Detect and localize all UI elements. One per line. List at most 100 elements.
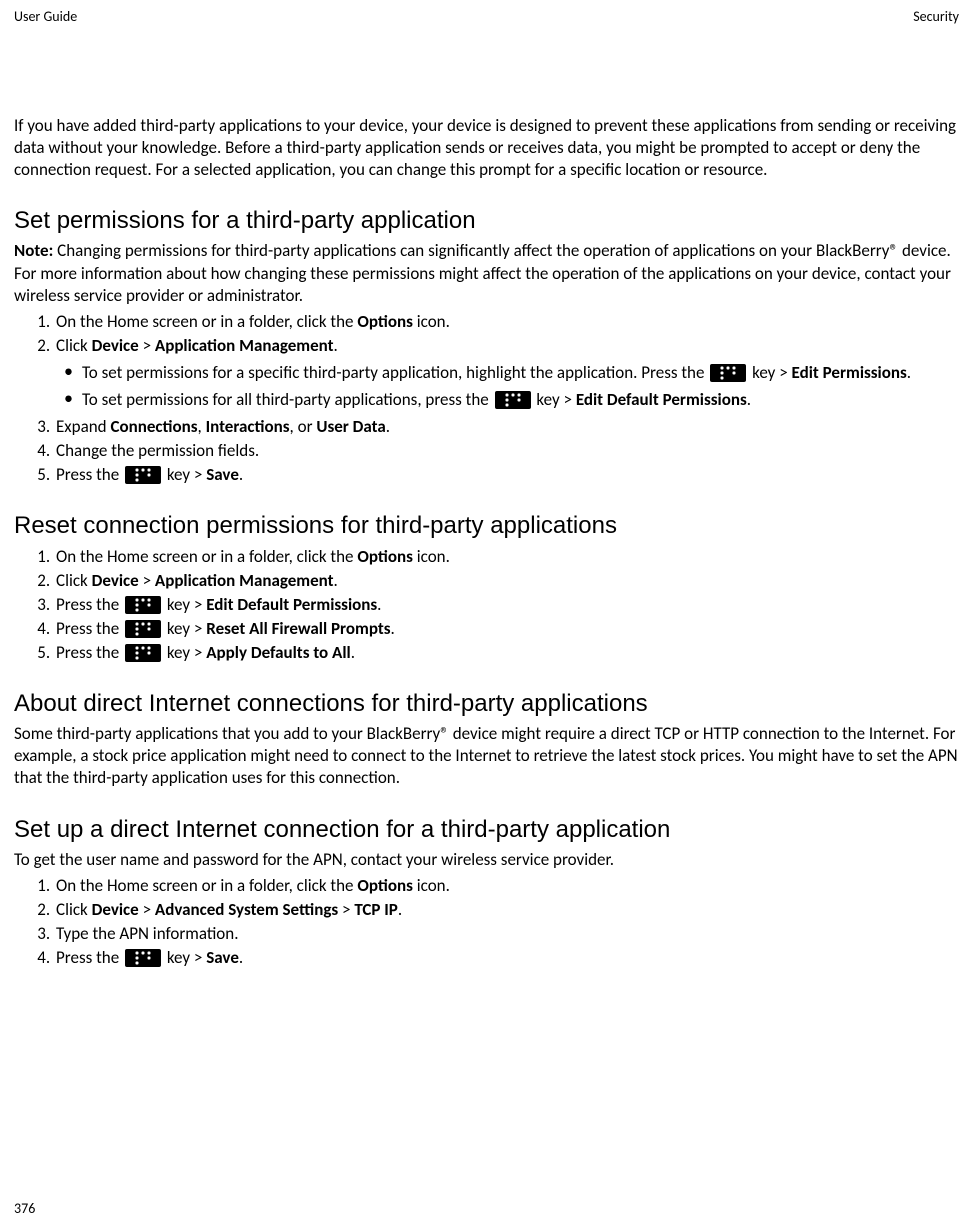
bold-text: Save — [206, 464, 239, 485]
list-item: On the Home screen or in a folder, click… — [54, 875, 959, 897]
header-left: User Guide — [14, 8, 77, 25]
sub-bullets: To set permissions for a specific third-… — [56, 362, 959, 411]
list-item: Press the key > Apply Defaults to All. — [54, 642, 959, 664]
step-text: key > — [163, 594, 206, 615]
list-item: Expand Connections, Interactions, or Use… — [54, 416, 959, 438]
note-paragraph: Note: Changing permissions for third-par… — [14, 240, 959, 306]
bold-text: Device — [92, 570, 139, 591]
blackberry-menu-key-icon — [125, 466, 161, 484]
steps-list-4: On the Home screen or in a folder, click… — [14, 875, 959, 969]
bold-text: Options — [357, 311, 413, 332]
blackberry-menu-key-icon — [495, 391, 531, 409]
step-text: key > — [163, 464, 206, 485]
bold-text: Advanced System Settings — [155, 899, 338, 920]
step-text: , — [198, 416, 206, 437]
step-text: . — [334, 570, 338, 591]
list-item: Press the key > Save. — [54, 947, 959, 969]
step-text: On the Home screen or in a folder, click… — [56, 311, 357, 332]
blackberry-menu-key-icon — [710, 364, 746, 382]
bold-text: Interactions — [206, 416, 290, 437]
step-text: . — [391, 618, 395, 639]
step-text: . — [907, 362, 911, 383]
step-text: key > — [163, 642, 206, 663]
bold-text: Edit Permissions — [792, 362, 907, 383]
blackberry-menu-key-icon — [125, 596, 161, 614]
section-title-about-direct: About direct Internet connections for th… — [14, 688, 959, 719]
list-item: Press the key > Save. — [54, 464, 959, 486]
blackberry-menu-key-icon — [125, 620, 161, 638]
step-text: On the Home screen or in a folder, click… — [56, 875, 357, 896]
step-text: . — [334, 335, 338, 356]
step-text: Click — [56, 335, 92, 356]
list-item: To set permissions for all third-party a… — [82, 389, 959, 411]
bold-text: Reset All Firewall Prompts — [206, 618, 390, 639]
note-text: Changing permissions for third-party app… — [14, 240, 951, 305]
list-item: Press the key > Edit Default Permissions… — [54, 594, 959, 616]
step-text: Press the — [56, 464, 123, 485]
step-text: . — [398, 899, 402, 920]
step-text: , or — [290, 416, 317, 437]
step-text: Press the — [56, 642, 123, 663]
bold-text: Device — [92, 899, 139, 920]
blackberry-menu-key-icon — [125, 644, 161, 662]
document-body: If you have added third-party applicatio… — [14, 115, 959, 969]
page-number: 376 — [14, 1200, 35, 1217]
step-text: . — [351, 642, 355, 663]
bold-text: Application Management — [155, 335, 334, 356]
bold-text: User Data — [316, 416, 385, 437]
section3-text: Some third-party applications that you a… — [14, 723, 959, 789]
step-text: key > — [748, 362, 791, 383]
step-text: icon. — [413, 311, 450, 332]
step-text: Click — [56, 899, 92, 920]
step-text: > — [139, 899, 155, 920]
section-title-set-permissions: Set permissions for a third-party applic… — [14, 205, 959, 236]
header-right: Security — [913, 8, 959, 25]
bold-text: Device — [92, 335, 139, 356]
step-text: key > — [163, 947, 206, 968]
section-title-reset-permissions: Reset connection permissions for third-p… — [14, 510, 959, 541]
bold-text: Edit Default Permissions — [576, 389, 747, 410]
bold-text: Options — [357, 546, 413, 567]
step-text: key > — [163, 618, 206, 639]
note-label: Note: — [14, 240, 53, 261]
list-item: On the Home screen or in a folder, click… — [54, 546, 959, 568]
list-item: To set permissions for a specific third-… — [82, 362, 959, 384]
bold-text: Options — [357, 875, 413, 896]
bold-text: TCP IP — [354, 899, 398, 920]
step-text: . — [747, 389, 751, 410]
blackberry-menu-key-icon — [125, 949, 161, 967]
intro-paragraph: If you have added third-party applicatio… — [14, 115, 959, 181]
step-text: . — [239, 464, 243, 485]
steps-list-2: On the Home screen or in a folder, click… — [14, 546, 959, 664]
list-item: Type the APN information. — [54, 923, 959, 945]
bold-text: Apply Defaults to All — [206, 642, 350, 663]
list-item: Click Device > Application Management. T… — [54, 335, 959, 411]
step-text: > — [338, 899, 354, 920]
list-item: Click Device > Advanced System Settings … — [54, 899, 959, 921]
bold-text: Save — [206, 947, 239, 968]
step-text: . — [386, 416, 390, 437]
bold-text: Application Management — [155, 570, 334, 591]
list-item: On the Home screen or in a folder, click… — [54, 311, 959, 333]
page-header: User Guide Security — [14, 8, 959, 25]
step-text: icon. — [413, 546, 450, 567]
step-text: Click — [56, 570, 92, 591]
steps-list-1: On the Home screen or in a folder, click… — [14, 311, 959, 487]
list-item: Click Device > Application Management. — [54, 570, 959, 592]
step-text: > — [139, 570, 155, 591]
list-item: Press the key > Reset All Firewall Promp… — [54, 618, 959, 640]
list-item: Change the permission fields. — [54, 440, 959, 462]
step-text: To set permissions for a specific third-… — [82, 362, 708, 383]
step-text: . — [239, 947, 243, 968]
bold-text: Edit Default Permissions — [206, 594, 377, 615]
step-text: Press the — [56, 618, 123, 639]
step-text: . — [377, 594, 381, 615]
step-text: On the Home screen or in a folder, click… — [56, 546, 357, 567]
step-text: > — [139, 335, 155, 356]
section4-intro: To get the user name and password for th… — [14, 849, 959, 871]
bold-text: Connections — [110, 416, 197, 437]
step-text: Press the — [56, 594, 123, 615]
section-title-setup-direct: Set up a direct Internet connection for … — [14, 814, 959, 845]
step-text: To set permissions for all third-party a… — [82, 389, 493, 410]
step-text: icon. — [413, 875, 450, 896]
